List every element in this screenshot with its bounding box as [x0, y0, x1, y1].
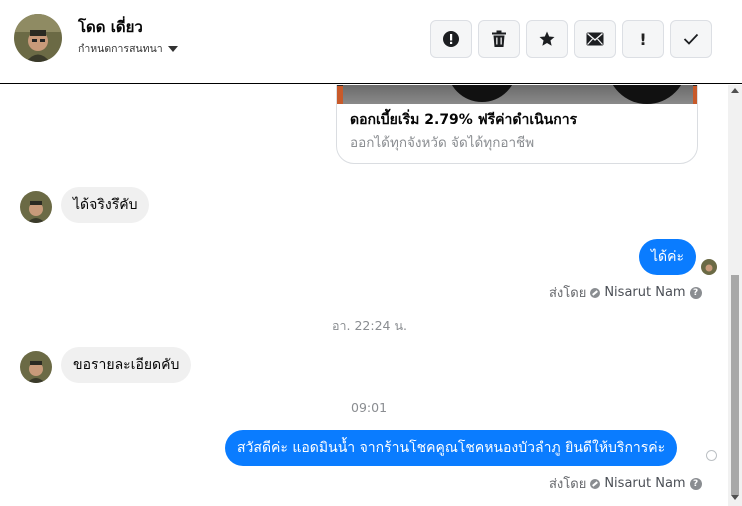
caret-down-icon	[167, 46, 178, 52]
help-icon[interactable]: ?	[689, 477, 702, 490]
sent-by-prefix: ส่งโดย	[549, 286, 587, 301]
important-button[interactable]: !	[622, 20, 664, 58]
mark-spam-button[interactable]	[430, 20, 472, 58]
help-icon[interactable]: ?	[689, 286, 702, 299]
seen-avatar	[701, 259, 717, 275]
mark-done-button[interactable]	[670, 20, 712, 58]
message-thread: ดอกเบี้ยเริ่ม 2.79% ฟรีค่าดำเนินการ ออกไ…	[0, 85, 742, 506]
mark-unread-button[interactable]	[574, 20, 616, 58]
outgoing-message[interactable]: สวัสดีค่ะ แอดมินน้ำ จากร้านโชคคูณโชคหนอง…	[225, 430, 678, 466]
outgoing-message[interactable]: ได้ค่ะ	[639, 239, 697, 275]
incoming-message[interactable]: ขอรายละเอียดคับ	[61, 347, 192, 383]
exclamation-icon: !	[639, 29, 647, 49]
contact-avatar[interactable]	[20, 351, 52, 383]
check-circle-icon	[590, 287, 601, 298]
promo-card-subtitle: ออกได้ทุกจังหวัด จัดได้ทุกอาชีพ	[350, 135, 535, 151]
sender-name[interactable]: Nisarut Nam	[604, 285, 685, 300]
assign-conversation-label: กำหนดการสนทนา	[78, 43, 163, 55]
envelope-icon	[586, 32, 604, 46]
star-button[interactable]	[526, 20, 568, 58]
timestamp: 09:01	[351, 400, 388, 415]
promo-card-image	[337, 85, 697, 104]
scrollbar[interactable]	[728, 85, 742, 506]
scroll-down-icon[interactable]	[731, 495, 739, 500]
conversation-header: โดด เดี่ยว กำหนดการสนทนา !	[0, 0, 742, 84]
check-circle-icon	[590, 478, 601, 489]
contact-avatar[interactable]	[20, 191, 52, 223]
contact-avatar[interactable]	[14, 14, 62, 62]
timestamp: อา. 22:24 น.	[332, 318, 407, 333]
check-icon	[683, 33, 699, 45]
delivered-icon	[706, 450, 717, 461]
promo-card-title: ดอกเบี้ยเริ่ม 2.79% ฟรีค่าดำเนินการ	[350, 112, 578, 128]
delete-button[interactable]	[478, 20, 520, 58]
incoming-message[interactable]: ได้จริงรึคับ	[61, 187, 150, 223]
scroll-up-icon[interactable]	[731, 88, 739, 93]
promo-card[interactable]: ดอกเบี้ยเริ่ม 2.79% ฟรีค่าดำเนินการ ออกไ…	[336, 85, 698, 164]
sent-by-label: ส่งโดย Nisarut Nam ?	[549, 473, 702, 494]
assign-conversation-dropdown[interactable]: กำหนดการสนทนา	[78, 40, 178, 57]
scroll-thumb[interactable]	[731, 275, 739, 495]
sent-by-prefix: ส่งโดย	[549, 477, 587, 492]
conversation-actions: !	[430, 20, 712, 58]
contact-name: โดด เดี่ยว	[78, 18, 143, 36]
sender-name[interactable]: Nisarut Nam	[604, 476, 685, 491]
star-icon	[539, 31, 555, 46]
alert-circle-icon	[443, 31, 459, 47]
trash-icon	[492, 30, 506, 47]
sent-by-label: ส่งโดย Nisarut Nam ?	[549, 282, 702, 303]
